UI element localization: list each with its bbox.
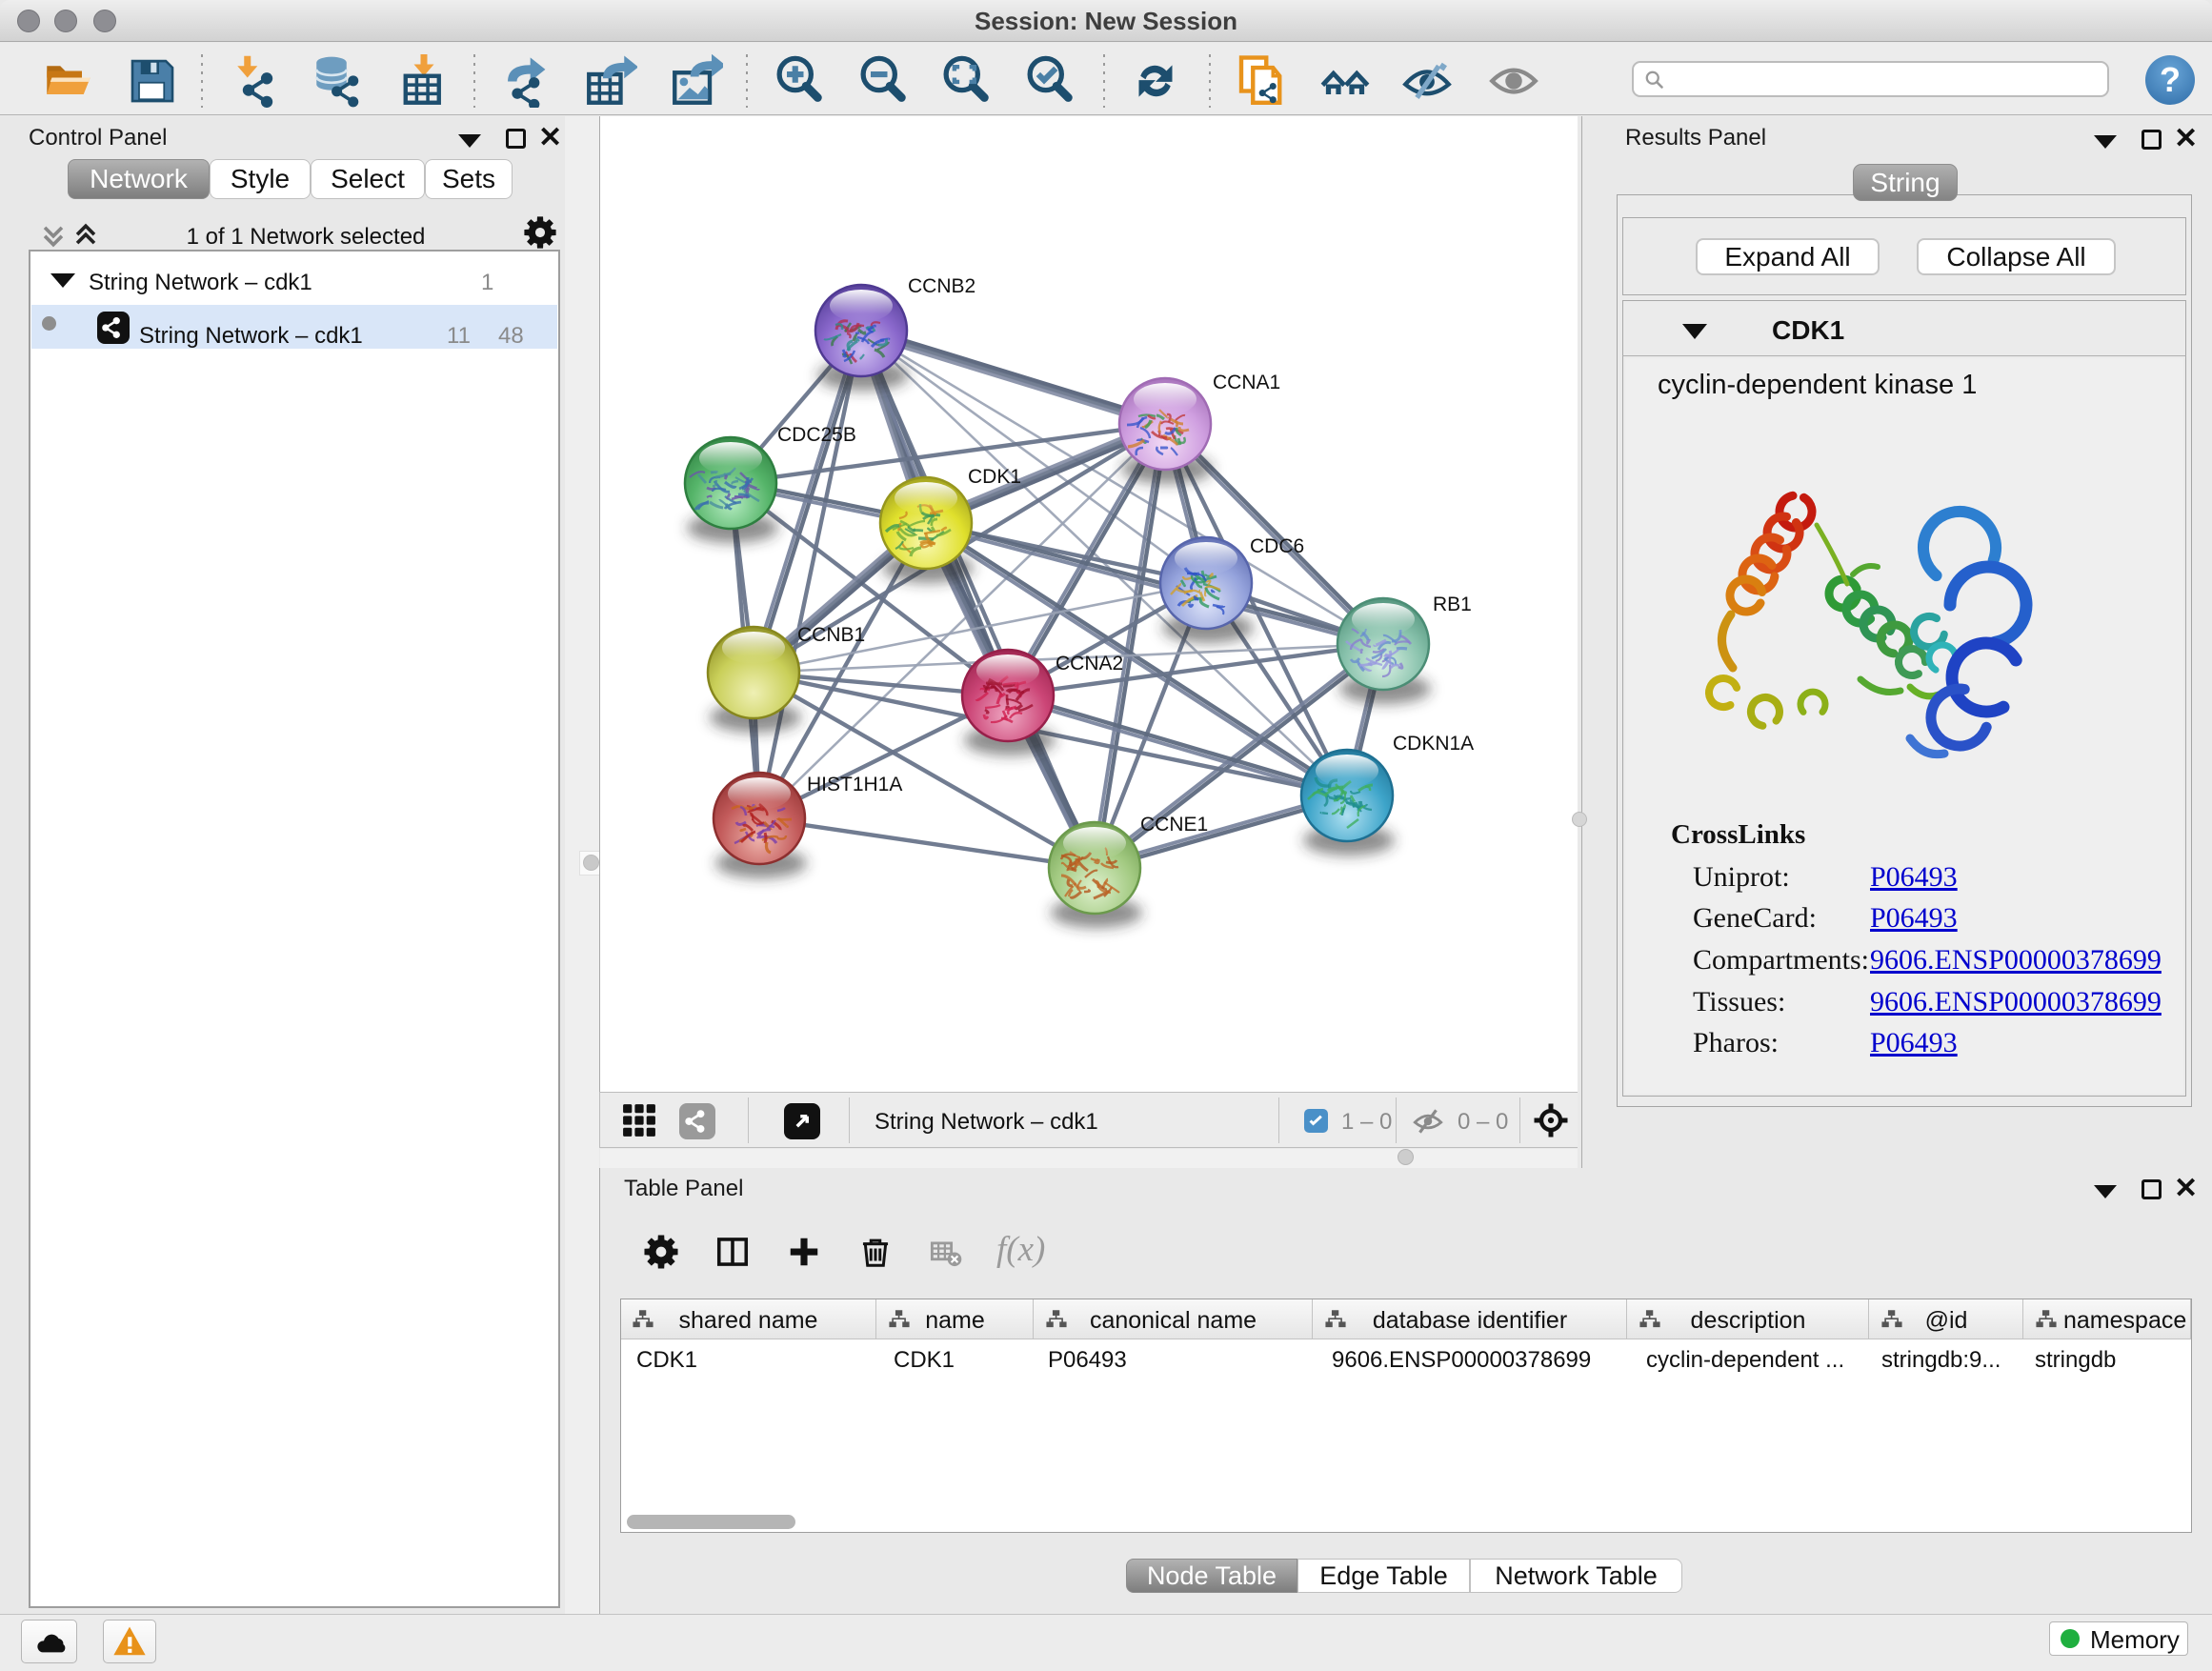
svg-text:RB1: RB1 — [1433, 594, 1472, 615]
svg-text:CCNE1: CCNE1 — [1140, 814, 1208, 836]
svg-text:CDK1: CDK1 — [968, 466, 1021, 488]
svg-text:HIST1H1A: HIST1H1A — [807, 774, 902, 795]
svg-text:CCNB2: CCNB2 — [908, 275, 975, 297]
svg-text:CDC25B: CDC25B — [777, 424, 856, 446]
svg-text:CCNB1: CCNB1 — [797, 624, 865, 646]
svg-text:CDKN1A: CDKN1A — [1393, 733, 1474, 755]
svg-text:CDC6: CDC6 — [1250, 535, 1304, 557]
svg-text:CCNA1: CCNA1 — [1213, 372, 1280, 393]
svg-text:CCNA2: CCNA2 — [1056, 653, 1123, 674]
